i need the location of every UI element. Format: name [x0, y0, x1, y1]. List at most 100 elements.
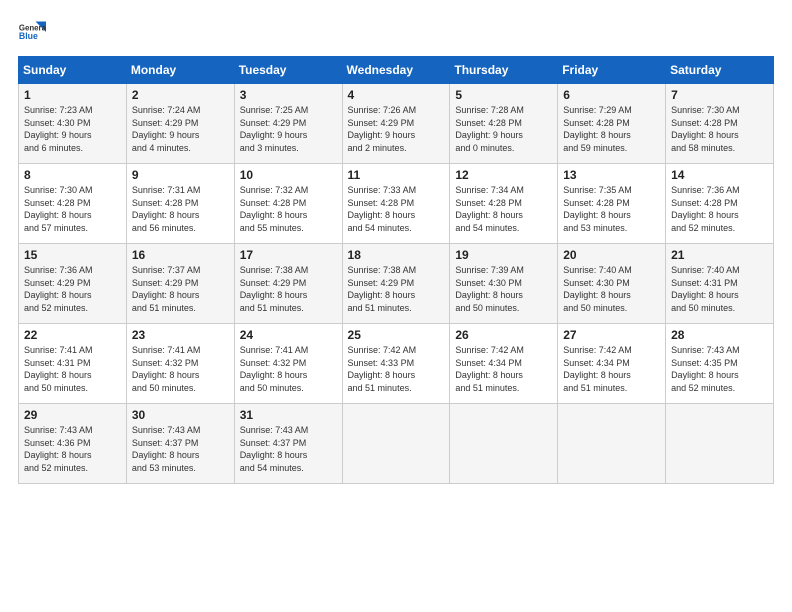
day-number: 11: [348, 168, 445, 182]
day-number: 30: [132, 408, 229, 422]
header-cell-tuesday: Tuesday: [234, 57, 342, 84]
cell-content: Sunrise: 7:23 AMSunset: 4:30 PMDaylight:…: [24, 104, 121, 154]
calendar-cell: 26 Sunrise: 7:42 AMSunset: 4:34 PMDayligh…: [450, 324, 558, 404]
day-number: 3: [240, 88, 337, 102]
header-cell-wednesday: Wednesday: [342, 57, 450, 84]
calendar-cell: [450, 404, 558, 484]
day-number: 20: [563, 248, 660, 262]
day-number: 18: [348, 248, 445, 262]
day-number: 29: [24, 408, 121, 422]
calendar-header-row: SundayMondayTuesdayWednesdayThursdayFrid…: [19, 57, 774, 84]
header-cell-sunday: Sunday: [19, 57, 127, 84]
calendar-cell: 18 Sunrise: 7:38 AMSunset: 4:29 PMDayligh…: [342, 244, 450, 324]
day-number: 6: [563, 88, 660, 102]
calendar-cell: 3 Sunrise: 7:25 AMSunset: 4:29 PMDaylight…: [234, 84, 342, 164]
calendar-cell: 25 Sunrise: 7:42 AMSunset: 4:33 PMDayligh…: [342, 324, 450, 404]
day-number: 8: [24, 168, 121, 182]
cell-content: Sunrise: 7:32 AMSunset: 4:28 PMDaylight:…: [240, 184, 337, 234]
header-cell-monday: Monday: [126, 57, 234, 84]
calendar-cell: 14 Sunrise: 7:36 AMSunset: 4:28 PMDayligh…: [666, 164, 774, 244]
day-number: 31: [240, 408, 337, 422]
cell-content: Sunrise: 7:38 AMSunset: 4:29 PMDaylight:…: [348, 264, 445, 314]
day-number: 25: [348, 328, 445, 342]
cell-content: Sunrise: 7:28 AMSunset: 4:28 PMDaylight:…: [455, 104, 552, 154]
header-cell-thursday: Thursday: [450, 57, 558, 84]
day-number: 1: [24, 88, 121, 102]
calendar-cell: 29 Sunrise: 7:43 AMSunset: 4:36 PMDayligh…: [19, 404, 127, 484]
cell-content: Sunrise: 7:41 AMSunset: 4:31 PMDaylight:…: [24, 344, 121, 394]
calendar-week-4: 22 Sunrise: 7:41 AMSunset: 4:31 PMDayligh…: [19, 324, 774, 404]
cell-content: Sunrise: 7:30 AMSunset: 4:28 PMDaylight:…: [24, 184, 121, 234]
cell-content: Sunrise: 7:31 AMSunset: 4:28 PMDaylight:…: [132, 184, 229, 234]
day-number: 28: [671, 328, 768, 342]
calendar-cell: 31Sunrise: 7:43 AMSunset: 4:37 PMDayligh…: [234, 404, 342, 484]
cell-content: Sunrise: 7:42 AMSunset: 4:33 PMDaylight:…: [348, 344, 445, 394]
cell-content: Sunrise: 7:24 AMSunset: 4:29 PMDaylight:…: [132, 104, 229, 154]
calendar-cell: 16Sunrise: 7:37 AMSunset: 4:29 PMDayligh…: [126, 244, 234, 324]
calendar-cell: 20 Sunrise: 7:40 AMSunset: 4:30 PMDayligh…: [558, 244, 666, 324]
cell-content: Sunrise: 7:40 AMSunset: 4:30 PMDaylight:…: [563, 264, 660, 314]
calendar-cell: 22 Sunrise: 7:41 AMSunset: 4:31 PMDayligh…: [19, 324, 127, 404]
cell-content: Sunrise: 7:43 AMSunset: 4:35 PMDaylight:…: [671, 344, 768, 394]
cell-content: Sunrise: 7:38 AMSunset: 4:29 PMDaylight:…: [240, 264, 337, 314]
cell-content: Sunrise: 7:30 AMSunset: 4:28 PMDaylight:…: [671, 104, 768, 154]
calendar-cell: 15 Sunrise: 7:36 AMSunset: 4:29 PMDayligh…: [19, 244, 127, 324]
calendar-cell: 5 Sunrise: 7:28 AMSunset: 4:28 PMDaylight…: [450, 84, 558, 164]
cell-content: Sunrise: 7:29 AMSunset: 4:28 PMDaylight:…: [563, 104, 660, 154]
day-number: 5: [455, 88, 552, 102]
calendar-cell: 11 Sunrise: 7:33 AMSunset: 4:28 PMDayligh…: [342, 164, 450, 244]
cell-content: Sunrise: 7:37 AMSunset: 4:29 PMDaylight:…: [132, 264, 229, 314]
calendar-cell: 12 Sunrise: 7:34 AMSunset: 4:28 PMDayligh…: [450, 164, 558, 244]
calendar-cell: 21 Sunrise: 7:40 AMSunset: 4:31 PMDayligh…: [666, 244, 774, 324]
cell-content: Sunrise: 7:40 AMSunset: 4:31 PMDaylight:…: [671, 264, 768, 314]
day-number: 9: [132, 168, 229, 182]
calendar-cell: [666, 404, 774, 484]
header-cell-friday: Friday: [558, 57, 666, 84]
calendar-week-1: 1 Sunrise: 7:23 AMSunset: 4:30 PMDaylight…: [19, 84, 774, 164]
cell-content: Sunrise: 7:35 AMSunset: 4:28 PMDaylight:…: [563, 184, 660, 234]
logo: General Blue: [18, 18, 46, 46]
day-number: 15: [24, 248, 121, 262]
day-number: 7: [671, 88, 768, 102]
cell-content: Sunrise: 7:36 AMSunset: 4:29 PMDaylight:…: [24, 264, 121, 314]
cell-content: Sunrise: 7:42 AMSunset: 4:34 PMDaylight:…: [455, 344, 552, 394]
day-number: 13: [563, 168, 660, 182]
day-number: 12: [455, 168, 552, 182]
calendar-cell: 10 Sunrise: 7:32 AMSunset: 4:28 PMDayligh…: [234, 164, 342, 244]
calendar-week-3: 15 Sunrise: 7:36 AMSunset: 4:29 PMDayligh…: [19, 244, 774, 324]
svg-text:Blue: Blue: [19, 31, 38, 41]
day-number: 14: [671, 168, 768, 182]
calendar-cell: 4Sunrise: 7:26 AMSunset: 4:29 PMDaylight…: [342, 84, 450, 164]
calendar-cell: [342, 404, 450, 484]
day-number: 21: [671, 248, 768, 262]
day-number: 17: [240, 248, 337, 262]
cell-content: Sunrise: 7:33 AMSunset: 4:28 PMDaylight:…: [348, 184, 445, 234]
calendar-cell: 6 Sunrise: 7:29 AMSunset: 4:28 PMDaylight…: [558, 84, 666, 164]
header-cell-saturday: Saturday: [666, 57, 774, 84]
calendar-cell: 8 Sunrise: 7:30 AMSunset: 4:28 PMDaylight…: [19, 164, 127, 244]
cell-content: Sunrise: 7:43 AMSunset: 4:37 PMDaylight:…: [132, 424, 229, 474]
calendar-cell: 19Sunrise: 7:39 AMSunset: 4:30 PMDayligh…: [450, 244, 558, 324]
calendar-body: 1 Sunrise: 7:23 AMSunset: 4:30 PMDaylight…: [19, 84, 774, 484]
header: General Blue: [18, 18, 774, 46]
day-number: 22: [24, 328, 121, 342]
calendar-cell: 1 Sunrise: 7:23 AMSunset: 4:30 PMDaylight…: [19, 84, 127, 164]
calendar-table: SundayMondayTuesdayWednesdayThursdayFrid…: [18, 56, 774, 484]
cell-content: Sunrise: 7:25 AMSunset: 4:29 PMDaylight:…: [240, 104, 337, 154]
day-number: 19: [455, 248, 552, 262]
cell-content: Sunrise: 7:36 AMSunset: 4:28 PMDaylight:…: [671, 184, 768, 234]
cell-content: Sunrise: 7:34 AMSunset: 4:28 PMDaylight:…: [455, 184, 552, 234]
cell-content: Sunrise: 7:41 AMSunset: 4:32 PMDaylight:…: [132, 344, 229, 394]
calendar-cell: 23Sunrise: 7:41 AMSunset: 4:32 PMDayligh…: [126, 324, 234, 404]
calendar-cell: 9 Sunrise: 7:31 AMSunset: 4:28 PMDaylight…: [126, 164, 234, 244]
page-container: General Blue SundayMondayTuesdayWednesda…: [0, 0, 792, 494]
cell-content: Sunrise: 7:43 AMSunset: 4:36 PMDaylight:…: [24, 424, 121, 474]
day-number: 24: [240, 328, 337, 342]
logo-icon: General Blue: [18, 18, 46, 46]
calendar-week-2: 8 Sunrise: 7:30 AMSunset: 4:28 PMDaylight…: [19, 164, 774, 244]
calendar-cell: 27Sunrise: 7:42 AMSunset: 4:34 PMDayligh…: [558, 324, 666, 404]
day-number: 10: [240, 168, 337, 182]
day-number: 26: [455, 328, 552, 342]
day-number: 2: [132, 88, 229, 102]
calendar-cell: 7 Sunrise: 7:30 AMSunset: 4:28 PMDaylight…: [666, 84, 774, 164]
